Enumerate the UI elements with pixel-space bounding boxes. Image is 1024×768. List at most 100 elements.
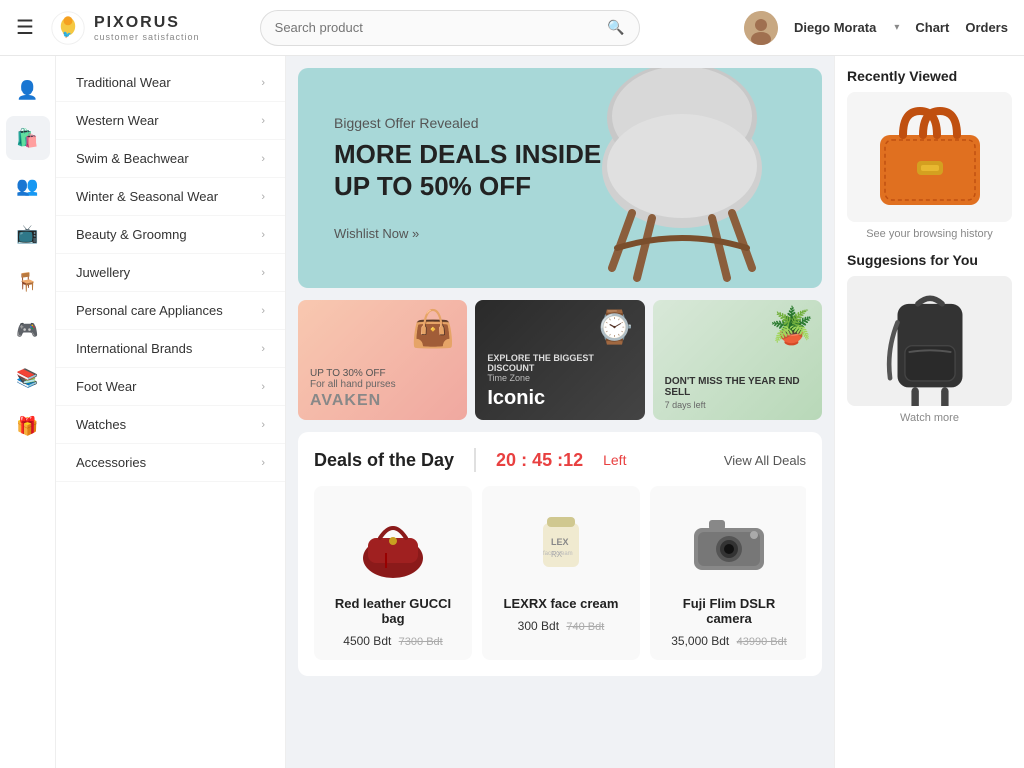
- category-item-foot-wear[interactable]: Foot Wear ›: [56, 368, 285, 406]
- left-icon-sidebar: 👤 🛍️ 👥 📺 🪑 🎮 📚 🎁: [0, 56, 56, 768]
- svg-text:🐦: 🐦: [63, 30, 72, 39]
- svg-text:LEX: LEX: [551, 537, 569, 547]
- chevron-right-icon: ›: [261, 457, 265, 469]
- sub-banners: 👜 UP TO 30% OFF For all hand purses AVAK…: [298, 300, 822, 420]
- header: ☰ 🐦 PIXORUS customer satisfaction 🔍 Dieg…: [0, 0, 1024, 56]
- chevron-right-icon: ›: [261, 305, 265, 317]
- chart-link[interactable]: Chart: [915, 20, 949, 35]
- category-item-winter[interactable]: Winter & Seasonal Wear ›: [56, 178, 285, 216]
- category-label: Foot Wear: [76, 379, 136, 394]
- sub-banner-tag: UP TO 30% OFF: [310, 368, 455, 379]
- category-label: Western Wear: [76, 113, 159, 128]
- chevron-right-icon: ›: [261, 419, 265, 431]
- main-layout: 👤 🛍️ 👥 📺 🪑 🎮 📚 🎁 Traditional Wear › West…: [0, 56, 1024, 768]
- chair-illustration: [552, 68, 812, 288]
- category-item-accessories[interactable]: Accessories ›: [56, 444, 285, 482]
- category-menu: Traditional Wear › Western Wear › Swim &…: [56, 56, 286, 768]
- category-item-international-brands[interactable]: International Brands ›: [56, 330, 285, 368]
- sidebar-item-books[interactable]: 📚: [6, 356, 50, 400]
- deal-card-camera[interactable]: Fuji Flim DSLR camera 35,000 Bdt 43990 B…: [650, 486, 806, 660]
- deal-card-gucci-bag[interactable]: Red leather GUCCI bag 4500 Bdt 7300 Bdt: [314, 486, 472, 660]
- hero-section: Biggest Offer Revealed MORE DEALS INSIDE…: [298, 68, 822, 288]
- sub-banner-purses[interactable]: 👜 UP TO 30% OFF For all hand purses AVAK…: [298, 300, 467, 420]
- browse-history-link[interactable]: See your browsing history: [847, 228, 1012, 240]
- iconic-logo: Iconic: [487, 387, 632, 410]
- logo-icon: 🐦: [50, 10, 86, 46]
- sub-banner-desc: For all hand purses: [310, 379, 455, 390]
- sub-banner-logo: AVAKEN: [310, 392, 455, 410]
- right-sidebar: Recently Viewed See your browsing histor…: [834, 56, 1024, 768]
- category-label: Watches: [76, 417, 126, 432]
- category-item-beauty[interactable]: Beauty & Groomng ›: [56, 216, 285, 254]
- chevron-right-icon: ›: [261, 153, 265, 165]
- dropdown-arrow-icon[interactable]: ▾: [894, 22, 899, 33]
- category-label: Traditional Wear: [76, 75, 171, 90]
- main-content: Biggest Offer Revealed MORE DEALS INSIDE…: [286, 56, 834, 768]
- category-item-western-wear[interactable]: Western Wear ›: [56, 102, 285, 140]
- category-item-swim[interactable]: Swim & Beachwear ›: [56, 140, 285, 178]
- deal-product-name: LEXRX face cream: [504, 596, 619, 611]
- hero-subtitle: Biggest Offer Revealed: [334, 115, 479, 131]
- sub-banner-days-left: 7 days left: [665, 400, 810, 410]
- chevron-right-icon: ›: [261, 381, 265, 393]
- view-all-deals-link[interactable]: View All Deals: [724, 453, 806, 468]
- search-input[interactable]: [275, 20, 608, 35]
- deal-product-image: [338, 498, 448, 588]
- category-item-traditional-wear[interactable]: Traditional Wear ›: [56, 64, 285, 102]
- logo: 🐦 PIXORUS customer satisfaction: [50, 10, 200, 46]
- suggestions-section: Suggesions for You: [847, 252, 1012, 424]
- sub-banner-year-end: DON'T MISS THE YEAR END SELL: [665, 376, 810, 398]
- user-name: Diego Morata: [794, 20, 876, 35]
- sidebar-item-user[interactable]: 👤: [6, 68, 50, 112]
- search-icon: 🔍: [607, 19, 624, 36]
- sub-banner-time-zone: Time Zone: [487, 373, 632, 383]
- sub-banner-lamp[interactable]: 🪴 DON'T MISS THE YEAR END SELL 7 days le…: [653, 300, 822, 420]
- category-label: International Brands: [76, 341, 192, 356]
- sub-banner-explore-tag: EXPLORE THE BIGGEST DISCOUNT: [487, 353, 632, 373]
- category-label: Swim & Beachwear: [76, 151, 189, 166]
- deals-section: Deals of the Day 20 : 45 :12 Left View A…: [298, 432, 822, 676]
- recently-viewed-section: Recently Viewed See your browsing histor…: [847, 68, 1012, 240]
- hamburger-menu-icon[interactable]: ☰: [16, 15, 34, 40]
- deals-title: Deals of the Day: [314, 450, 454, 471]
- watch-more-link[interactable]: Watch more: [847, 412, 1012, 424]
- sidebar-item-people[interactable]: 👥: [6, 164, 50, 208]
- sidebar-item-tv[interactable]: 📺: [6, 212, 50, 256]
- deals-divider: [474, 448, 476, 472]
- search-bar[interactable]: 🔍: [260, 10, 640, 46]
- chevron-right-icon: ›: [261, 343, 265, 355]
- chevron-right-icon: ›: [261, 191, 265, 203]
- deal-card-face-cream[interactable]: LEXRXface cream LEXRX face cream 300 Bdt…: [482, 486, 640, 660]
- orders-link[interactable]: Orders: [965, 20, 1008, 35]
- category-item-personal-care[interactable]: Personal care Appliances ›: [56, 292, 285, 330]
- category-label: Beauty & Groomng: [76, 227, 187, 242]
- category-item-jewellery[interactable]: Juwellery ›: [56, 254, 285, 292]
- avatar: [744, 11, 778, 45]
- deals-header: Deals of the Day 20 : 45 :12 Left View A…: [314, 448, 806, 472]
- deal-price: 300 Bdt 740 Bdt: [518, 619, 605, 633]
- recently-viewed-title: Recently Viewed: [847, 68, 1012, 84]
- sidebar-item-chair[interactable]: 🪑: [6, 260, 50, 304]
- sidebar-item-shopping[interactable]: 🛍️: [6, 116, 50, 160]
- category-label: Personal care Appliances: [76, 303, 223, 318]
- suggestions-title: Suggesions for You: [847, 252, 1012, 268]
- deals-timer-label: Left: [603, 452, 626, 468]
- deal-price: 35,000 Bdt 43990 Bdt: [671, 634, 787, 648]
- category-label: Juwellery: [76, 265, 130, 280]
- sub-banner-watches[interactable]: ⌚ EXPLORE THE BIGGEST DISCOUNT Time Zone…: [475, 300, 644, 420]
- sidebar-item-gaming[interactable]: 🎮: [6, 308, 50, 352]
- deals-grid: Red leather GUCCI bag 4500 Bdt 7300 Bdt …: [314, 486, 806, 660]
- category-label: Accessories: [76, 455, 146, 470]
- suggestion-image: [847, 276, 1012, 406]
- category-item-watches[interactable]: Watches ›: [56, 406, 285, 444]
- wishlist-button[interactable]: Wishlist Now »: [334, 226, 419, 241]
- logo-text: PIXORUS customer satisfaction: [94, 14, 200, 42]
- chevron-right-icon: ›: [261, 229, 265, 241]
- category-label: Winter & Seasonal Wear: [76, 189, 218, 204]
- chevron-right-icon: ›: [261, 267, 265, 279]
- deals-timer: 20 : 45 :12: [496, 450, 583, 471]
- sidebar-item-gift[interactable]: 🎁: [6, 404, 50, 448]
- svg-text:face cream: face cream: [543, 551, 573, 557]
- header-right: Diego Morata ▾ Chart Orders: [744, 11, 1008, 45]
- hero-banner: Biggest Offer Revealed MORE DEALS INSIDE…: [298, 68, 822, 288]
